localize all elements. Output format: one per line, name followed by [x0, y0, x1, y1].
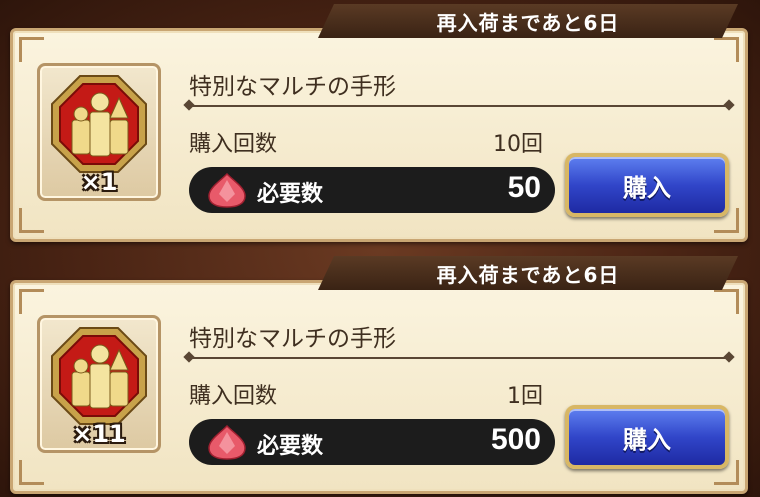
- cost-bar: 必要数 500: [189, 419, 555, 465]
- item-panel: ×11 特別なマルチの手形 購入回数 1回 必要数 500 購入: [10, 280, 748, 494]
- corner-ornament: [714, 289, 739, 314]
- item-name: 特別なマルチの手形: [189, 326, 396, 352]
- cost-bar: 必要数 50: [189, 167, 555, 213]
- multi-pass-badge-icon: [51, 327, 147, 425]
- restock-notice: 再入荷まであと6日: [318, 4, 738, 38]
- cost-label: 必要数: [257, 434, 324, 459]
- red-gem-icon: [208, 172, 246, 208]
- item-name: 特別なマルチの手形: [189, 74, 396, 100]
- purchase-count-value: 10回: [493, 132, 543, 157]
- buy-button[interactable]: 購入: [565, 153, 729, 217]
- item-quantity: ×1: [80, 168, 118, 196]
- corner-ornament: [19, 208, 44, 233]
- corner-ornament: [714, 37, 739, 62]
- restock-notice: 再入荷まであと6日: [318, 256, 738, 290]
- corner-ornament: [19, 289, 44, 314]
- corner-ornament: [19, 37, 44, 62]
- multi-pass-badge-icon: [51, 75, 147, 173]
- purchase-count-label: 購入回数: [189, 132, 278, 157]
- divider: [189, 357, 729, 359]
- shop-item-card: ×11 特別なマルチの手形 購入回数 1回 必要数 500 購入 再入荷まであと…: [0, 252, 760, 497]
- shop-item-card: ×1 特別なマルチの手形 購入回数 10回 必要数 50 購入 再入荷まであと6…: [0, 0, 760, 245]
- item-quantity: ×11: [72, 420, 126, 448]
- cost-label: 必要数: [257, 182, 324, 207]
- divider: [189, 105, 729, 107]
- red-gem-icon: [208, 424, 246, 460]
- buy-button[interactable]: 購入: [565, 405, 729, 469]
- cost-value: 50: [507, 171, 541, 204]
- item-panel: ×1 特別なマルチの手形 購入回数 10回 必要数 50 購入: [10, 28, 748, 242]
- corner-ornament: [19, 460, 44, 485]
- purchase-count-label: 購入回数: [189, 384, 278, 409]
- cost-value: 500: [490, 423, 541, 456]
- purchase-count-value: 1回: [507, 384, 543, 409]
- item-icon-frame: ×1: [37, 63, 161, 201]
- item-icon-frame: ×11: [37, 315, 161, 453]
